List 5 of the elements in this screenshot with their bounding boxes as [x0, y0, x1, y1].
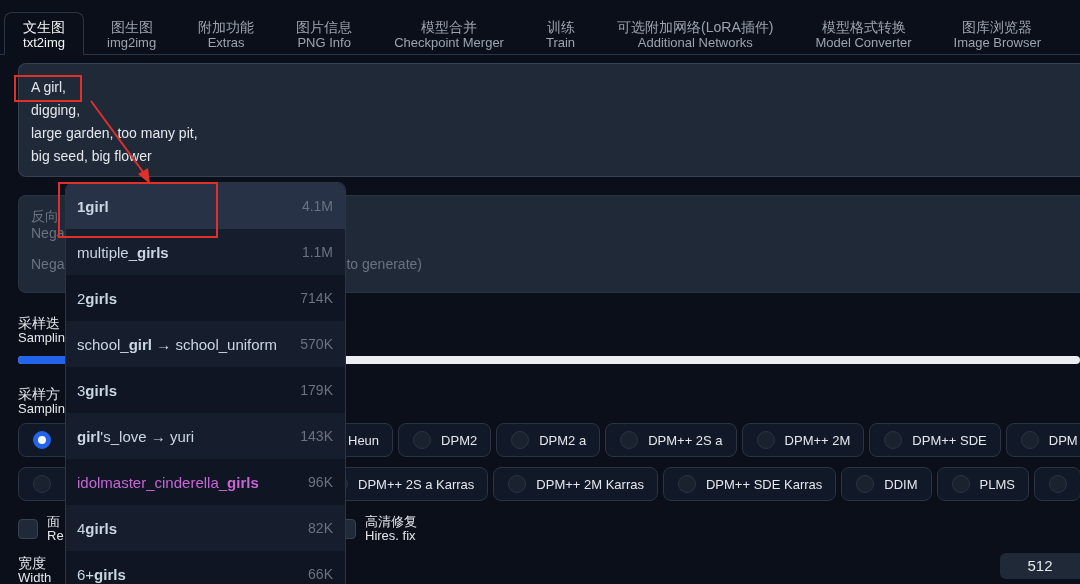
checkbox-label: 高清修复 Hires. fix	[365, 515, 417, 543]
sampling-steps-label: 采样迭 Samplin	[18, 315, 65, 344]
checkbox-label: 面 Re	[47, 515, 64, 543]
width-label: 宽度 Width	[18, 555, 52, 584]
sampling-method-label: 采样方 Samplin	[18, 386, 65, 415]
